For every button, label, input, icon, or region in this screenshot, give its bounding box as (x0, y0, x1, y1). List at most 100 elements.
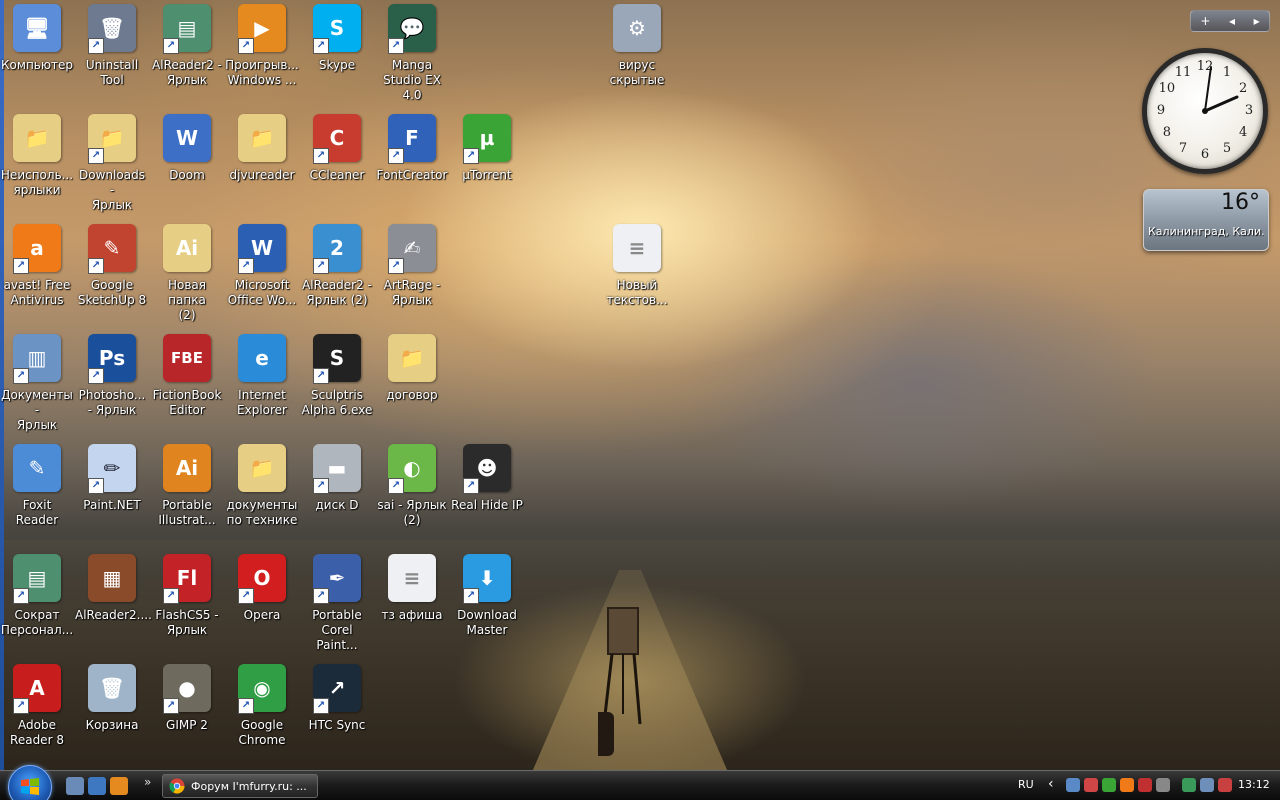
icon-gimp[interactable]: ● ↗ GIMP 2 (150, 662, 224, 762)
utorrent-tray-icon[interactable] (1102, 778, 1116, 792)
icon-computer[interactable]: 🖥 Компьютер (0, 2, 74, 102)
htc-sync-icon: ↗ ↗ (313, 664, 361, 714)
icon-unused-shortcuts[interactable]: 📁 Неисполь... ярлыки (0, 112, 74, 212)
icon-glyph: ☻ (476, 456, 498, 480)
icon-glyph: 2 (330, 236, 344, 260)
icon-foxit-reader[interactable]: ✎ Foxit Reader (0, 442, 74, 542)
taskbar-clock[interactable]: 13:12 (1238, 778, 1270, 791)
icon-adobe-reader[interactable]: A ↗ Adobe Reader 8 (0, 662, 74, 762)
clock-gadget[interactable]: 12 1 2 3 4 5 6 7 8 9 10 11 (1142, 48, 1268, 174)
icon-recycle-bin[interactable]: 🗑 Корзина (75, 662, 149, 762)
icon-glyph: Ps (98, 346, 126, 370)
volume-icon[interactable] (1200, 778, 1214, 792)
power-icon[interactable] (1218, 778, 1232, 792)
icon-glyph: ▶ (254, 16, 270, 40)
icon-uninstall-tool[interactable]: 🗑 ↗ Uninstall Tool (75, 2, 149, 102)
icon-label: Downloads - Ярлык (79, 168, 145, 212)
fontcreator-icon: F ↗ (388, 114, 436, 164)
quicklaunch-overflow-icon[interactable]: » (144, 775, 151, 789)
icon-djvureader[interactable]: 📁 djvureader (225, 112, 299, 212)
media-player-quicklaunch-icon[interactable] (110, 777, 128, 795)
icon-ccleaner[interactable]: C ↗ CCleaner (300, 112, 374, 212)
icon-sokrat[interactable]: ▤ ↗ Сократ Персонал... (0, 552, 74, 652)
alreader-icon: 2 ↗ (313, 224, 361, 274)
icon-download-master[interactable]: ⬇ ↗ Download Master (450, 552, 524, 652)
sync-tray-icon[interactable] (1182, 778, 1196, 792)
icon-manga-studio[interactable]: 💬 ↗ Manga Studio EX 4.0 (375, 2, 449, 102)
icon-label: Manga Studio EX 4.0 (383, 58, 441, 102)
display-tray-icon[interactable] (1156, 778, 1170, 792)
shortcut-arrow-icon: ↗ (238, 588, 254, 604)
icon-photoshop[interactable]: Ps ↗ Photosho... - Ярлык (75, 332, 149, 432)
utility-icon[interactable] (1084, 778, 1098, 792)
icon-corel-painter[interactable]: ✒ ↗ Portable Corel Paint... (300, 552, 374, 652)
icon-alreader2-2[interactable]: 2 ↗ AlReader2 - Ярлык (2) (300, 222, 374, 322)
icon-opera[interactable]: O ↗ Opera (225, 552, 299, 652)
icon-alreader2-archive[interactable]: ▦ AlReader2.... (75, 552, 152, 652)
shortcut-arrow-icon: ↗ (88, 148, 104, 164)
icon-alreader2[interactable]: ▤ ↗ AlReader2 - Ярлык (150, 2, 224, 102)
language-indicator[interactable]: RU (1018, 778, 1034, 791)
next-page-button[interactable]: ▸ (1254, 14, 1260, 28)
icon-sketchup[interactable]: ✎ ↗ Google SketchUp 8 (75, 222, 149, 322)
shortcut-arrow-icon: ↗ (313, 148, 329, 164)
icon-utorrent[interactable]: µ ↗ µTorrent (450, 112, 524, 212)
icon-label: GIMP 2 (166, 718, 208, 732)
wallpaper-easel (598, 607, 642, 756)
icon-glyph: ◐ (403, 456, 421, 480)
icon-sculptris[interactable]: S ↗ Sculptris Alpha 6.exe (300, 332, 374, 432)
shortcut-arrow-icon: ↗ (238, 38, 254, 54)
icon-artrage[interactable]: ✍ ↗ ArtRage - Ярлык (375, 222, 449, 322)
icon-downloads[interactable]: 📁 ↗ Downloads - Ярлык (75, 112, 149, 212)
icon-glyph: S (329, 16, 345, 40)
antivirus-tray-icon[interactable] (1138, 778, 1152, 792)
start-button[interactable] (8, 765, 52, 800)
avast-tray-icon[interactable] (1120, 778, 1134, 792)
icon-avast[interactable]: a ↗ avast! Free Antivirus (0, 222, 74, 322)
network-icon[interactable] (1066, 778, 1080, 792)
icon-skype[interactable]: S ↗ Skype (300, 2, 374, 102)
shortcut-arrow-icon: ↗ (13, 588, 29, 604)
icon-portable-illustrator[interactable]: Ai Portable Illustrat... (150, 442, 224, 542)
icon-htc-sync[interactable]: ↗ ↗ HTC Sync (300, 662, 374, 762)
icon-virus-hidden[interactable]: ⚙ вирус скрытые (600, 2, 674, 102)
show-hidden-icons-button[interactable]: ‹ (1048, 776, 1054, 792)
icon-documents[interactable]: ▥ ↗ Документы - Ярлык (0, 332, 74, 432)
icon-google-chrome[interactable]: ◉ ↗ Google Chrome (225, 662, 299, 762)
icon-doom[interactable]: W Doom (150, 112, 224, 212)
shortcut-arrow-icon: ↗ (238, 258, 254, 274)
icon-fictionbook-editor[interactable]: FBE FictionBook Editor (150, 332, 224, 432)
icon-label: Foxit Reader (15, 498, 59, 527)
taskbar-window-chrome[interactable]: Форум I'mfurry.ru: ... (162, 774, 318, 798)
icon-tz-afisha[interactable]: ≡ тз афиша (375, 552, 449, 652)
switch-windows-icon[interactable] (88, 777, 106, 795)
icon-paint-net[interactable]: ✏ ↗ Paint.NET (75, 442, 149, 542)
icon-new-text-document[interactable]: ≡ Новый текстов... (600, 222, 674, 322)
previous-page-button[interactable]: ◂ (1229, 14, 1235, 28)
icon-internet-explorer[interactable]: e Internet Explorer (225, 332, 299, 432)
folder-icon: Ai (163, 224, 211, 272)
icon-label: Корзина (85, 718, 139, 732)
weather-gadget[interactable]: 16° Калининград, Кали... (1143, 189, 1269, 251)
icon-fontcreator[interactable]: F ↗ FontCreator (375, 112, 449, 212)
icon-label: sai - Ярлык (2) (377, 498, 447, 527)
icon-contract-folder[interactable]: 📁 договор (375, 332, 449, 432)
show-desktop-icon[interactable] (66, 777, 84, 795)
icon-tech-documents[interactable]: 📁 документы по технике (225, 442, 299, 542)
add-gadget-button[interactable]: + (1200, 14, 1210, 28)
icon-glyph: ◉ (253, 676, 271, 700)
icon-label: ArtRage - Ярлык (383, 278, 441, 307)
alreader-icon: ▤ ↗ (163, 4, 211, 54)
icon-new-folder-2[interactable]: Ai Новая папка (2) (150, 222, 224, 322)
icon-label: Real Hide IP (451, 498, 523, 512)
icon-windows-media-player[interactable]: ▶ ↗ Проигрыв... Windows ... (225, 2, 299, 102)
icon-flash-cs5[interactable]: Fl ↗ FlashCS5 - Ярлык (150, 552, 224, 652)
icon-disk-d[interactable]: ▬ ↗ диск D (300, 442, 374, 542)
icon-real-hide-ip[interactable]: ☻ ↗ Real Hide IP (450, 442, 524, 542)
icon-glyph: ⬇ (478, 566, 496, 590)
icon-glyph: ▦ (102, 566, 122, 590)
icon-label: Uninstall Tool (85, 58, 139, 87)
icon-label: Проигрыв... Windows ... (225, 58, 299, 87)
icon-office-word[interactable]: W ↗ Microsoft Office Wo... (225, 222, 299, 322)
icon-sai[interactable]: ◐ ↗ sai - Ярлык (2) (375, 442, 449, 542)
